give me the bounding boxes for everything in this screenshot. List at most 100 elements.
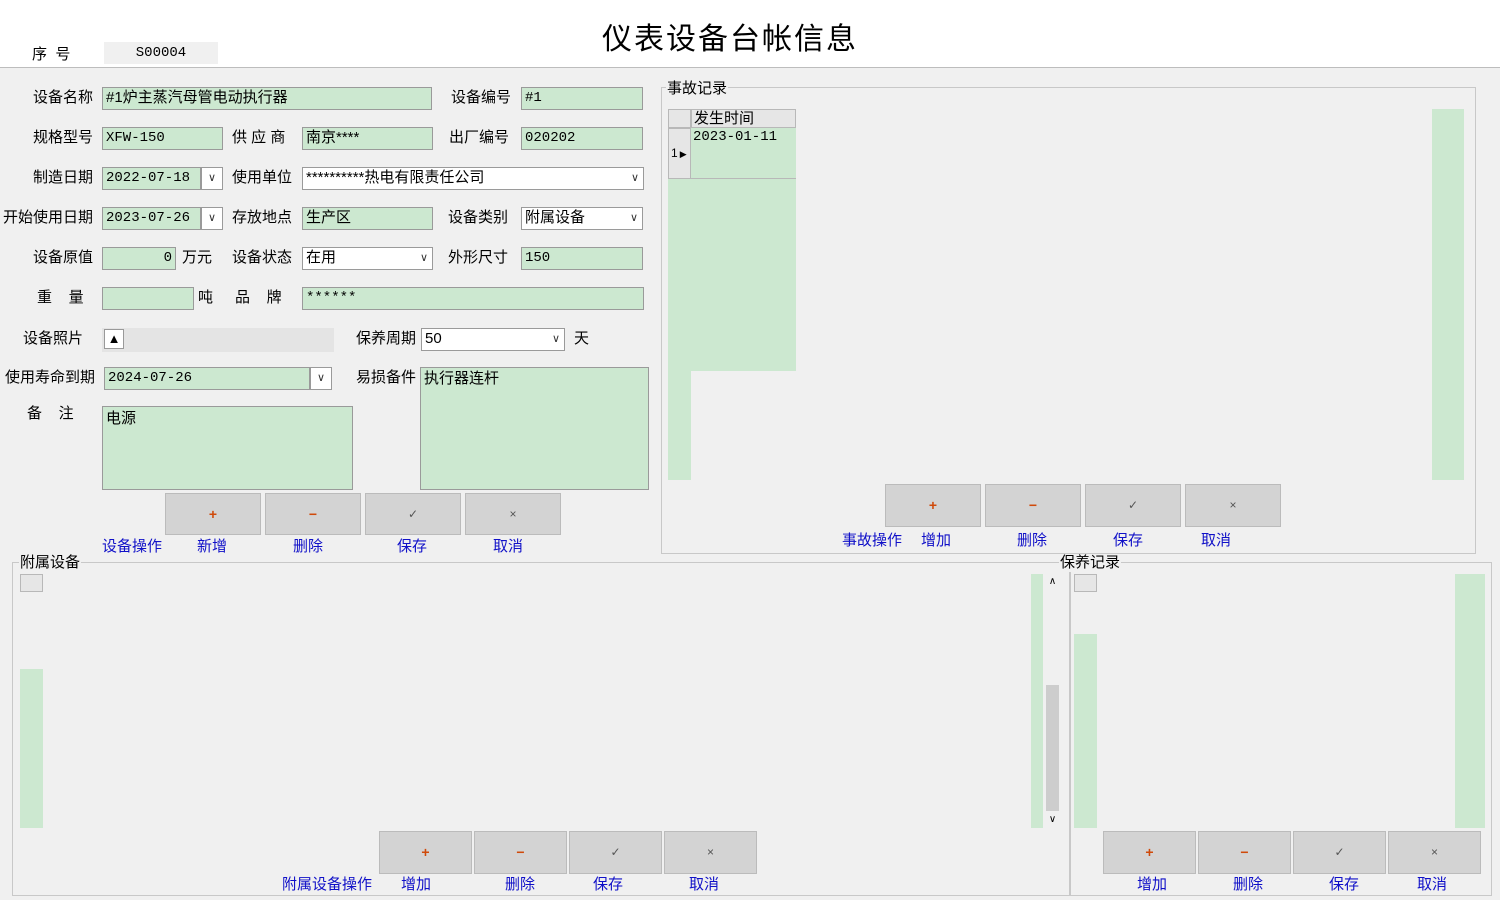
accident-delete-link[interactable]: 删除 — [1017, 531, 1047, 551]
accident-scroll-area[interactable] — [1432, 109, 1464, 480]
maintenance-add-button[interactable]: + — [1103, 831, 1196, 874]
scroll-up-icon[interactable]: ∧ — [1045, 574, 1060, 590]
check-icon: ✓ — [1334, 845, 1345, 859]
accident-add-button[interactable]: + — [885, 484, 981, 527]
chevron-down-icon: ∨ — [551, 333, 560, 345]
column-header-time[interactable]: 发生时间 — [691, 109, 796, 128]
attached-cancel-link[interactable]: 取消 — [689, 875, 719, 895]
cycle-select[interactable]: 50 ∨ — [421, 328, 565, 351]
parts-field[interactable]: 执行器连杆 — [420, 367, 649, 490]
device-save-link[interactable]: 保存 — [397, 537, 427, 557]
device-save-button[interactable]: ✓ — [365, 493, 461, 535]
attached-scrollbar[interactable]: ∧ ∨ — [1045, 574, 1060, 828]
maintenance-cancel-button[interactable]: × — [1388, 831, 1481, 874]
maintenance-delete-button[interactable]: − — [1198, 831, 1291, 874]
grid-corner[interactable] — [668, 109, 691, 128]
accident-save-button[interactable]: ✓ — [1085, 484, 1181, 527]
scroll-down-icon[interactable]: ∨ — [1045, 812, 1060, 828]
device-add-button[interactable]: + — [165, 493, 261, 535]
orig-value-unit: 万元 — [182, 249, 213, 266]
status-value: 在用 — [306, 249, 337, 266]
mfg-date-field[interactable]: 2022-07-18 — [102, 167, 201, 190]
unit-select[interactable]: **********热电有限责任公司 ∨ — [302, 167, 644, 190]
category-select[interactable]: 附属设备 ∨ — [521, 207, 643, 230]
accident-delete-button[interactable]: − — [985, 484, 1081, 527]
serial-value[interactable]: S00004 — [104, 42, 218, 64]
row-header[interactable]: 1 ▶ — [668, 128, 691, 179]
factory-no-field[interactable]: 020202 — [521, 127, 643, 150]
supplier-field[interactable]: 南京**** — [302, 127, 433, 150]
size-field[interactable]: 150 — [521, 247, 643, 270]
device-add-link[interactable]: 新增 — [197, 537, 227, 557]
orig-value-field[interactable]: 0 — [102, 247, 176, 270]
plus-icon: + — [1145, 844, 1154, 860]
attached-add-link[interactable]: 增加 — [401, 875, 431, 895]
attached-save-link[interactable]: 保存 — [593, 875, 623, 895]
start-date-label: 开始使用日期 — [3, 209, 94, 226]
check-icon: ✓ — [407, 507, 419, 521]
grid-corner[interactable] — [1074, 574, 1097, 592]
mfg-date-label: 制造日期 — [33, 169, 94, 186]
mfg-date-dropdown[interactable]: ∨ — [201, 167, 223, 190]
check-icon: ✓ — [610, 845, 621, 859]
accident-cancel-link[interactable]: 取消 — [1201, 531, 1231, 551]
device-delete-link[interactable]: 删除 — [293, 537, 323, 557]
accident-save-link[interactable]: 保存 — [1113, 531, 1143, 551]
device-ops-label: 设备操作 — [102, 538, 163, 555]
maintenance-save-link[interactable]: 保存 — [1329, 875, 1359, 895]
spec-field[interactable]: XFW-150 — [102, 127, 223, 150]
attached-title: 附属设备 — [19, 554, 82, 572]
attached-add-button[interactable]: + — [379, 831, 472, 874]
close-icon: × — [706, 845, 714, 859]
unit-label: 使用单位 — [232, 169, 293, 186]
maintenance-cancel-link[interactable]: 取消 — [1417, 875, 1447, 895]
accident-ops-label: 事故操作 — [842, 532, 903, 549]
start-date-dropdown[interactable]: ∨ — [201, 207, 223, 230]
attached-delete-link[interactable]: 删除 — [505, 875, 535, 895]
cycle-unit: 天 — [574, 330, 590, 347]
life-field[interactable]: 2024-07-26 — [104, 367, 310, 390]
grid-corner[interactable] — [20, 574, 43, 592]
location-field[interactable]: 生产区 — [302, 207, 433, 230]
device-cancel-link[interactable]: 取消 — [493, 537, 523, 557]
maintenance-scroll-area[interactable] — [1455, 574, 1485, 828]
minus-icon: − — [308, 506, 318, 522]
close-icon: × — [1430, 845, 1438, 859]
remark-field[interactable]: 电源 — [102, 406, 353, 490]
chevron-down-icon: ∨ — [207, 212, 217, 224]
maintenance-save-button[interactable]: ✓ — [1293, 831, 1386, 874]
weight-field[interactable] — [102, 287, 194, 310]
device-name-field[interactable]: #1炉主蒸汽母管电动执行器 — [102, 87, 432, 110]
maintenance-delete-link[interactable]: 删除 — [1233, 875, 1263, 895]
device-no-field[interactable]: #1 — [521, 87, 643, 110]
minus-icon: − — [1240, 844, 1249, 860]
accident-add-link[interactable]: 增加 — [921, 531, 951, 551]
cell-time: 2023-01-11 — [693, 129, 778, 145]
status-select[interactable]: 在用 ∨ — [302, 247, 433, 270]
device-delete-button[interactable]: − — [265, 493, 361, 535]
check-icon: ✓ — [1127, 498, 1139, 512]
upload-arrow-icon[interactable]: ▲ — [104, 329, 124, 349]
start-date-field[interactable]: 2023-07-26 — [102, 207, 201, 230]
category-value: 附属设备 — [525, 209, 586, 226]
minus-icon: − — [1028, 497, 1038, 513]
weight-unit: 吨 — [198, 289, 214, 306]
attached-cancel-button[interactable]: × — [664, 831, 757, 874]
maintenance-add-link[interactable]: 增加 — [1137, 875, 1167, 895]
attached-save-button[interactable]: ✓ — [569, 831, 662, 874]
page-title: 仪表设备台帐信息 — [602, 23, 858, 56]
photo-field[interactable]: ▲ — [102, 328, 334, 352]
attached-delete-button[interactable]: − — [474, 831, 567, 874]
accident-cancel-button[interactable]: × — [1185, 484, 1281, 527]
chevron-down-icon: ∨ — [316, 372, 326, 384]
scrollbar-thumb[interactable] — [1046, 685, 1059, 811]
table-row[interactable]: 2023-01-11 — [691, 128, 796, 179]
close-icon: × — [509, 507, 517, 521]
plus-icon: + — [421, 844, 430, 860]
life-dropdown[interactable]: ∨ — [310, 367, 332, 390]
chevron-down-icon: ∨ — [630, 172, 639, 184]
spec-label: 规格型号 — [33, 129, 94, 146]
brand-field[interactable]: ****** — [302, 287, 644, 310]
factory-no-label: 出厂编号 — [449, 129, 510, 146]
device-cancel-button[interactable]: × — [465, 493, 561, 535]
